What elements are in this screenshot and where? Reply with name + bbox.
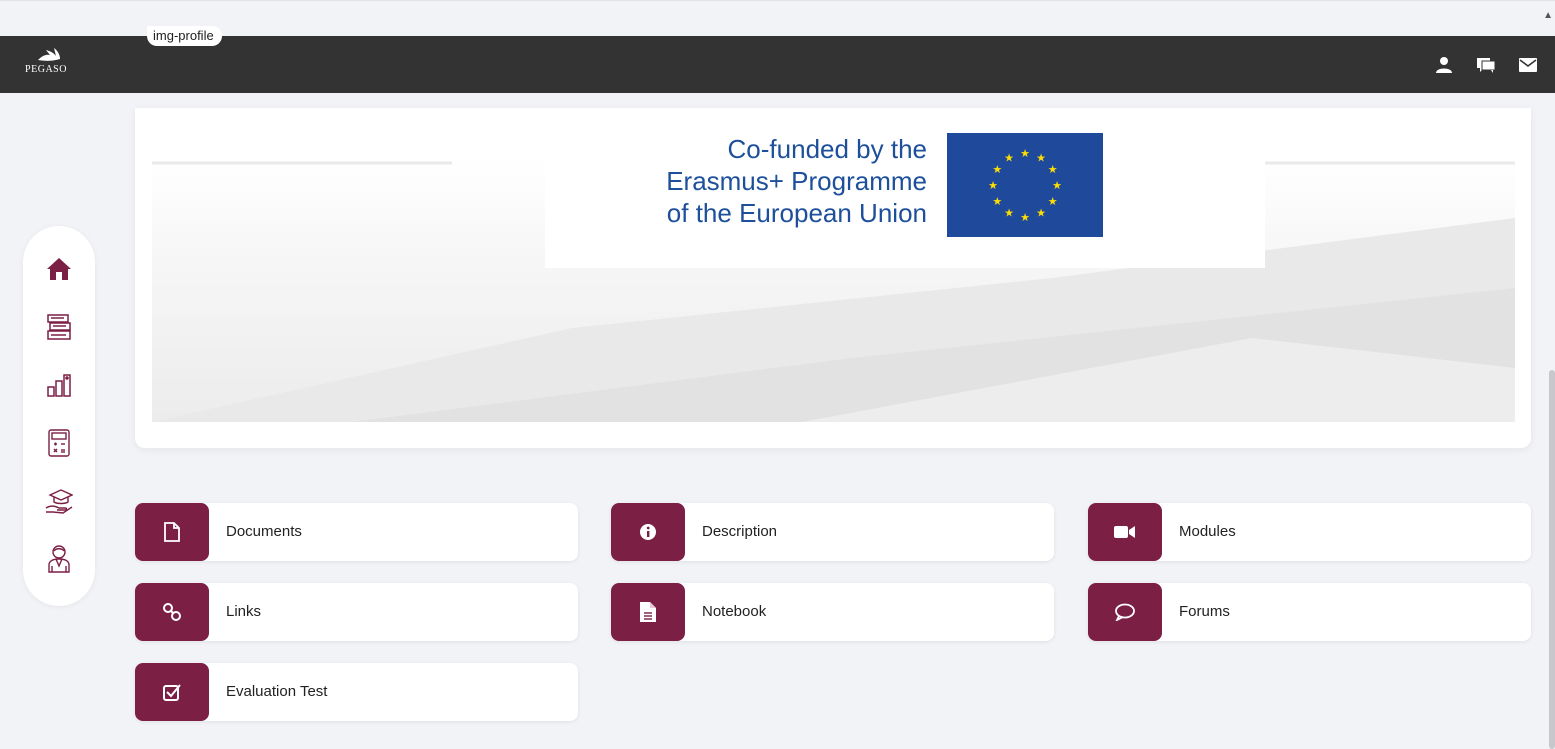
tile-links[interactable]: Links <box>135 583 578 641</box>
courses-icon[interactable] <box>44 312 74 342</box>
tile-description[interactable]: Description <box>611 503 1054 561</box>
info-icon <box>611 503 685 561</box>
browser-top-strip <box>0 0 1555 37</box>
tile-forums[interactable]: Forums <box>1088 583 1531 641</box>
tile-evaluation-test[interactable]: Evaluation Test <box>135 663 578 721</box>
tile-label: Notebook <box>702 603 767 620</box>
chat-icon[interactable] <box>1475 54 1497 76</box>
scroll-up-arrow-icon[interactable]: ▲ <box>1543 10 1553 21</box>
tile-label: Description <box>702 523 778 540</box>
eu-text-line-2: Erasmus+ Programme <box>666 166 927 196</box>
eu-funding-text: Co-funded by the Erasmus+ Programme of t… <box>545 133 927 229</box>
eu-star: ★ <box>1052 180 1062 192</box>
eu-star: ★ <box>1004 208 1014 220</box>
tile-documents[interactable]: Documents <box>135 503 578 561</box>
course-banner-card: Co-funded by the Erasmus+ Programme of t… <box>135 108 1531 448</box>
pegaso-logo[interactable]: PEGASO <box>25 46 90 86</box>
tile-label: Modules <box>1179 523 1236 540</box>
eu-star: ★ <box>1036 152 1046 164</box>
eu-star: ★ <box>1004 152 1014 164</box>
eu-star: ★ <box>992 164 1002 176</box>
eu-funding-notice: Co-funded by the Erasmus+ Programme of t… <box>545 108 1265 268</box>
document-icon <box>135 503 209 561</box>
eu-star: ★ <box>1048 196 1058 208</box>
tile-label: Evaluation Test <box>226 683 328 700</box>
user-icon[interactable] <box>1433 54 1455 76</box>
logo-text: PEGASO <box>25 64 67 75</box>
tutor-icon[interactable] <box>44 544 74 574</box>
eu-stars-icon: ★ ★★★★★★★★★★★ <box>988 148 1062 224</box>
tile-label: Forums <box>1179 603 1230 620</box>
link-icon <box>135 583 209 641</box>
eu-text-line-3: of the European Union <box>666 198 927 228</box>
notebook-icon <box>611 583 685 641</box>
tile-label: Documents <box>226 523 302 540</box>
video-icon <box>1088 503 1162 561</box>
mail-icon[interactable] <box>1517 54 1539 76</box>
statistics-icon[interactable] <box>44 370 74 400</box>
eu-star: ★ <box>1048 164 1058 176</box>
eu-star: ★ <box>988 180 998 192</box>
checkbox-icon <box>135 663 209 721</box>
top-navigation-bar: PEGASO <box>0 36 1555 93</box>
eu-star: ★ <box>1036 208 1046 220</box>
eu-flag: ★ ★ ★ ★ ★ ★ ★ ★ ★ ★ ★ ★ <box>947 133 1103 237</box>
side-navigation <box>23 226 95 606</box>
home-icon[interactable] <box>44 254 74 284</box>
eu-star: ★ <box>1020 148 1030 160</box>
forum-icon <box>1088 583 1162 641</box>
graduation-icon[interactable] <box>44 486 74 516</box>
profile-image-alt[interactable]: img-profile <box>147 26 222 46</box>
tile-label: Links <box>226 603 262 620</box>
page-scrollbar[interactable] <box>1549 370 1555 749</box>
tile-modules[interactable]: Modules <box>1088 503 1531 561</box>
header-icons <box>1433 36 1539 93</box>
eu-star: ★ <box>992 196 1002 208</box>
pegasus-wing-icon <box>38 48 60 61</box>
eu-star: ★ <box>1020 212 1030 224</box>
eu-text-line-1: Co-funded by the <box>727 134 927 164</box>
calculator-icon[interactable] <box>44 428 74 458</box>
tile-notebook[interactable]: Notebook <box>611 583 1054 641</box>
